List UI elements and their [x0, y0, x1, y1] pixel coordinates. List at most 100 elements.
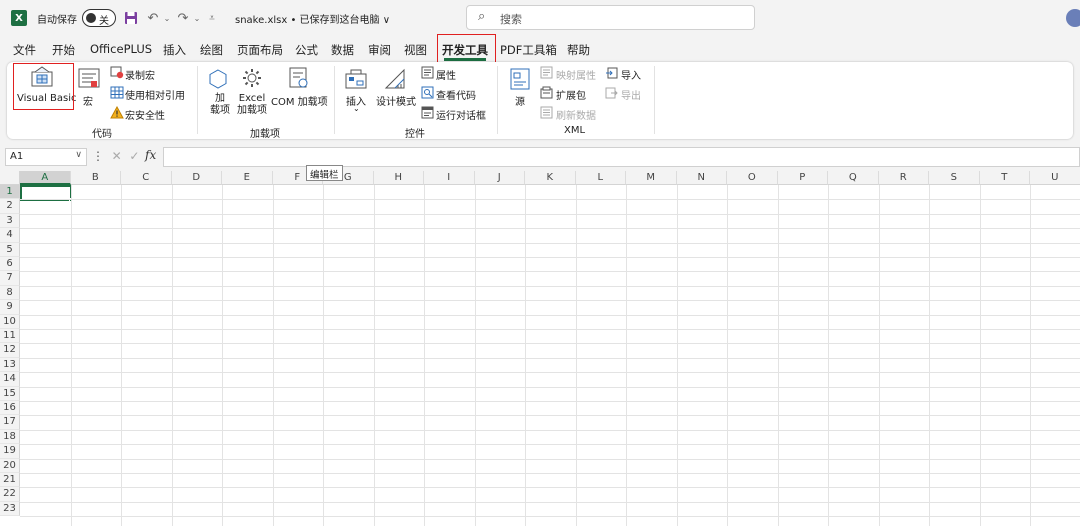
row-header-12[interactable]: 12 — [0, 343, 20, 358]
row-gridline — [20, 329, 1080, 330]
column-header-u[interactable]: U — [1030, 171, 1080, 185]
view-code-label: 查看代码 — [436, 91, 476, 102]
ribbon-panel: Visual Basic 宏 录制宏 使用相对引用 宏安全性 代码 加 载项 E… — [7, 62, 1073, 140]
group-separator — [197, 66, 198, 134]
tab-pdf-tools[interactable]: PDF工具箱 — [500, 42, 557, 58]
worksheet-grid[interactable]: A B C D E F G H I J K L M N O P Q R S T U 1 2 3 4 5 6 7 8 9 10 11 12 13 14… — [0, 171, 1080, 526]
column-header-s[interactable]: S — [929, 171, 980, 185]
row-header-11[interactable]: 11 — [0, 329, 20, 344]
tab-file[interactable]: 文件 — [13, 42, 36, 58]
column-header-h[interactable]: H — [373, 171, 424, 185]
user-avatar[interactable] — [1066, 9, 1080, 27]
row-gridline — [20, 199, 1080, 201]
formula-controls: ⋮ ✕ ✓ — [92, 149, 139, 163]
row-gridline — [20, 271, 1080, 273]
tab-insert[interactable]: 插入 — [163, 42, 186, 58]
cancel-icon[interactable]: ✕ — [108, 149, 122, 163]
more-icon[interactable]: ⋮ — [92, 149, 104, 163]
row-header-13[interactable]: 13 — [0, 357, 20, 373]
row-gridline — [20, 487, 1080, 489]
properties-label: 属性 — [436, 71, 456, 82]
column-gridline — [373, 185, 375, 526]
row-header-20[interactable]: 20 — [0, 458, 20, 473]
column-header-i[interactable]: I — [424, 171, 475, 185]
column-header-t[interactable]: T — [979, 171, 1030, 185]
toggle-knob — [86, 13, 96, 23]
row-header-1[interactable]: 1 — [0, 185, 20, 200]
import-label: 导入 — [621, 71, 641, 82]
chevron-down-icon: ∨ — [75, 150, 82, 160]
row-header-15[interactable]: 15 — [0, 386, 20, 401]
row-header-5[interactable]: 5 — [0, 242, 20, 257]
column-gridline — [828, 185, 829, 526]
row-header-3[interactable]: 3 — [0, 213, 20, 229]
tab-draw[interactable]: 绘图 — [200, 42, 223, 58]
excel-addins-label: Excel 加载项 — [237, 93, 267, 116]
confirm-icon[interactable]: ✓ — [126, 149, 139, 163]
name-box[interactable]: A1 ∨ — [5, 148, 87, 166]
row-header-2[interactable]: 2 — [0, 199, 20, 214]
column-header-a[interactable]: A — [20, 171, 71, 185]
ribbon-tabs: 文件 开始 OfficePLUS 插入 绘图 页面布局 公式 数据 审阅 视图 … — [0, 36, 1080, 62]
tab-review[interactable]: 审阅 — [368, 42, 391, 58]
column-header-p[interactable]: P — [777, 171, 828, 185]
insert-function-icon[interactable]: fx — [145, 148, 156, 162]
map-properties-label: 映射属性 — [556, 71, 596, 82]
column-gridline — [222, 185, 223, 526]
save-icon[interactable] — [122, 9, 140, 27]
row-gridline — [20, 300, 1080, 302]
column-header-k[interactable]: K — [525, 171, 576, 185]
column-gridline — [676, 185, 678, 526]
toggle-state-label: 关 — [99, 16, 109, 27]
row-header-6[interactable]: 6 — [0, 257, 20, 272]
group-label-controls: 控件 — [405, 129, 425, 140]
row-header-21[interactable]: 21 — [0, 473, 20, 488]
column-header-r[interactable]: R — [878, 171, 929, 185]
customize-toolbar-icon[interactable]: ⩡ — [203, 9, 221, 27]
column-header-n[interactable]: N — [676, 171, 727, 185]
relative-reference-icon — [110, 86, 124, 99]
row-header-19[interactable]: 19 — [0, 444, 20, 459]
row-header-4[interactable]: 4 — [0, 228, 20, 243]
row-header-22[interactable]: 22 — [0, 487, 20, 502]
search-box[interactable]: ⌕ 搜索 — [466, 5, 755, 30]
column-header-m[interactable]: M — [626, 171, 677, 185]
row-header-7[interactable]: 7 — [0, 271, 20, 286]
column-header-d[interactable]: D — [171, 171, 222, 185]
column-header-c[interactable]: C — [121, 171, 172, 185]
column-header-j[interactable]: J — [474, 171, 525, 185]
row-header-23[interactable]: 23 — [0, 501, 20, 517]
row-header-8[interactable]: 8 — [0, 285, 20, 301]
row-header-16[interactable]: 16 — [0, 401, 20, 416]
formula-input[interactable] — [163, 147, 1080, 167]
row-gridline — [20, 213, 1080, 215]
row-header-14[interactable]: 14 — [0, 372, 20, 387]
row-header-18[interactable]: 18 — [0, 429, 20, 445]
tab-page-layout[interactable]: 页面布局 — [237, 42, 283, 58]
column-header-b[interactable]: B — [70, 171, 121, 185]
column-header-q[interactable]: Q — [828, 171, 879, 185]
column-header-l[interactable]: L — [575, 171, 626, 185]
autosave-label: 自动保存 — [37, 15, 77, 26]
view-code-icon — [421, 86, 434, 99]
file-name-status[interactable]: snake.xlsx • 已保存到这台电脑 ∨ — [235, 11, 390, 26]
gear-icon — [243, 69, 261, 87]
tab-help[interactable]: 帮助 — [567, 42, 590, 58]
tab-data[interactable]: 数据 — [331, 42, 354, 58]
addins-icon — [209, 69, 227, 89]
row-header-9[interactable]: 9 — [0, 300, 20, 315]
select-all-corner[interactable] — [0, 171, 20, 185]
column-gridline — [777, 185, 779, 526]
column-gridline — [424, 185, 425, 526]
autosave-toggle[interactable]: 关 — [82, 9, 116, 27]
tab-formulas[interactable]: 公式 — [295, 42, 318, 58]
column-header-e[interactable]: E — [222, 171, 273, 185]
row-gridline — [20, 473, 1080, 474]
row-header-10[interactable]: 10 — [0, 314, 20, 329]
tab-home[interactable]: 开始 — [52, 42, 75, 58]
row-gridline — [20, 429, 1080, 431]
tab-officeplus[interactable]: OfficePLUS — [90, 42, 152, 56]
column-header-o[interactable]: O — [727, 171, 778, 185]
tab-view[interactable]: 视图 — [404, 42, 427, 58]
row-header-17[interactable]: 17 — [0, 415, 20, 430]
